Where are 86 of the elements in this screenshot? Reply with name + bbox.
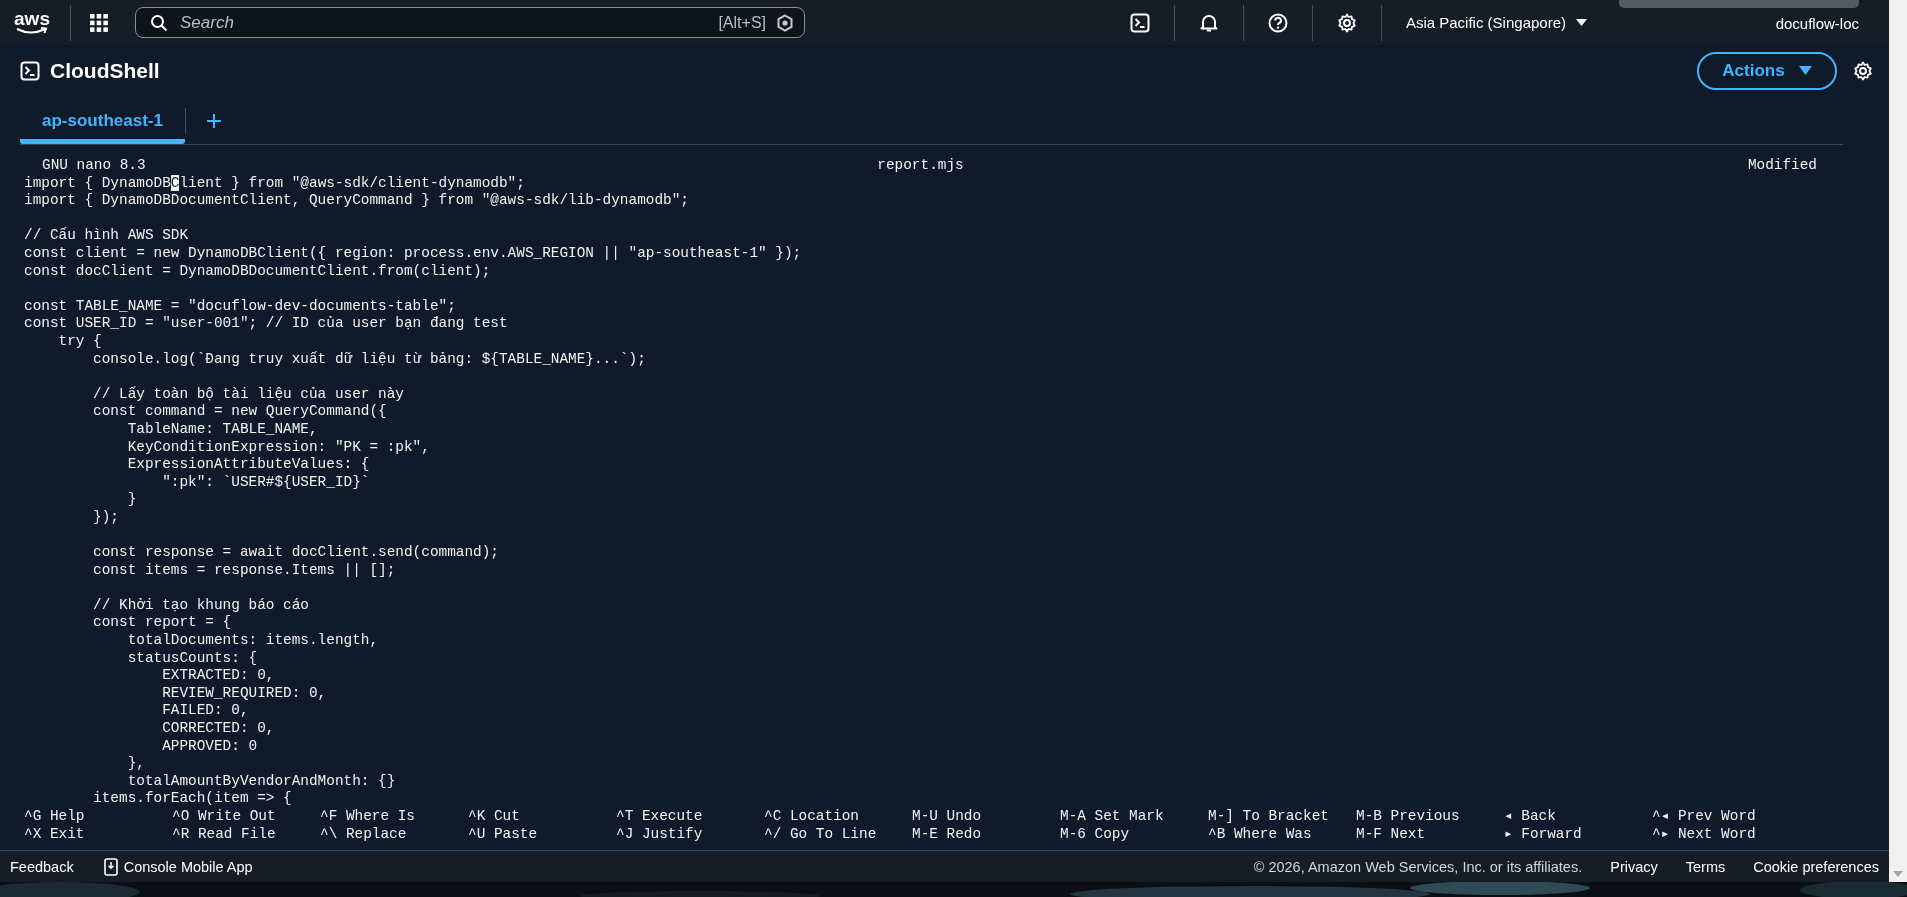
account-name[interactable]: docuflow-loc — [1775, 15, 1859, 32]
code-line: console.log(`Đang truy xuất dữ liệu từ bảng: ${TABLE_NAME}...`); — [92, 350, 646, 369]
shortcut-hint: M-] To Bracket — [1208, 807, 1329, 826]
code-line: const items = response.Items || []; — [92, 561, 396, 580]
shortcut-hint: M-6 Copy — [1060, 825, 1130, 844]
app-grid-icon[interactable] — [89, 12, 109, 33]
caret-icon — [1798, 66, 1812, 76]
shortcut-hint: ^K Cut — [468, 807, 520, 826]
code-line: const client = new DynamoDBClient({ region: process.env.AWS_REGION || "ap-southeast-1" }); — [24, 244, 802, 263]
shortcut-hint: ^J Justify — [616, 825, 703, 844]
aws-logo[interactable]: aws — [12, 10, 52, 35]
footer-link[interactable]: Privacy — [1610, 858, 1658, 875]
shortcut-hint: ▸ Forward — [1504, 825, 1582, 844]
code-line: APPROVED: 0 — [161, 737, 258, 756]
shortcut-hint: M-E Redo — [912, 825, 982, 844]
code-line: REVIEW_REQUIRED: 0, — [161, 684, 327, 703]
shortcut-hint: ^\ Replace — [320, 825, 407, 844]
code-line: EXTRACTED: 0, — [161, 667, 275, 685]
code-line: // Khởi tạo khung báo cáo — [92, 596, 309, 615]
shortcut-hint: ◂ Back — [1504, 807, 1556, 826]
code-line: // Lấy toàn bộ tài liệu của user này — [92, 385, 404, 404]
shortcut-hint: ^G Help — [24, 807, 85, 826]
shortcut-hint: ^F Where Is — [320, 807, 415, 826]
session-tab[interactable]: ap-southeast-1 — [20, 97, 185, 144]
mobile-app-link[interactable]: Console Mobile App — [123, 858, 253, 875]
shortcut-hint: M-F Next — [1356, 825, 1426, 844]
code-line: import { DynamoDBDocumentClient, QueryCommand } from "@aws-sdk/lib-dynamodb"; — [24, 192, 689, 210]
shortcut-hint: M-A Set Mark — [1060, 807, 1164, 826]
settings-icon[interactable] — [1336, 12, 1357, 33]
modified-status: Modified — [1747, 157, 1817, 175]
code-line: FAILED: 0, — [161, 702, 249, 720]
code-line: const report = { — [92, 614, 232, 633]
code-line: const command = new QueryCommand({ — [92, 403, 387, 421]
file-name: report.mjs — [877, 157, 964, 175]
shortcut-hint: ^B Where Was — [1208, 825, 1312, 844]
code-line: ":pk": `USER#${USER_ID}` — [161, 473, 370, 492]
search-bar[interactable]: Search [Alt+S] — [135, 7, 805, 38]
code-line: totalAmountByVendorAndMonth: {} — [126, 772, 396, 791]
code-line: TableName: TABLE_NAME, — [126, 420, 318, 439]
notifications-icon[interactable] — [1198, 12, 1219, 33]
editor-name: GNU nano 8.3 — [41, 157, 146, 175]
shortcut-hint: ^O Write Out — [172, 807, 276, 826]
search-icon — [150, 13, 168, 32]
shortcut-hint: ^X Exit — [24, 825, 85, 844]
help-icon[interactable] — [1267, 12, 1288, 33]
shortcut-hint: ^C Location — [764, 807, 859, 826]
footer-link[interactable]: Cookie preferences — [1753, 858, 1879, 875]
code-line: items.forEach(item => { — [92, 790, 292, 808]
footer-link[interactable]: Terms — [1685, 858, 1726, 875]
terminal-icon[interactable] — [1129, 12, 1150, 33]
shortcut-hint: ^/ Go To Line — [764, 825, 877, 844]
code-line: const USER_ID = "user-001"; // ID của user bạn đang test — [24, 315, 508, 333]
copyright-text: © 2026, Amazon Web Services, Inc. or its affiliates. — [1253, 858, 1583, 875]
search-field[interactable]: Search — [178, 11, 709, 34]
shortcut-hint: M-U Undo — [912, 807, 982, 826]
hexagon-icon — [776, 13, 794, 32]
code-line: CORRECTED: 0, — [161, 720, 275, 738]
settings-icon[interactable] — [1853, 61, 1873, 81]
code-line: // Cấu hình AWS SDK — [24, 227, 189, 245]
code-line: }, — [126, 755, 145, 773]
scrollbar[interactable] — [1889, 0, 1907, 882]
code-line: const docClient = DynamoDBDocumentClient.from(client); — [24, 262, 491, 281]
shortcut-hint: ^U Paste — [468, 825, 538, 844]
code-line: ExpressionAttributeValues: { — [126, 456, 370, 474]
caret-icon — [1576, 18, 1587, 27]
shortcut-hint: ^◂ Prev Word — [1652, 807, 1756, 826]
shortcut-hint: ^T Execute — [616, 807, 703, 826]
code-line: }); — [92, 508, 119, 527]
code-line: } — [126, 491, 137, 509]
shortcut-hint: ^R Read File — [172, 825, 276, 844]
code-line: try { — [57, 332, 102, 351]
feedback-link[interactable]: Feedback — [10, 858, 74, 875]
code-line: const response = await docClient.send(command); — [92, 544, 499, 562]
shortcut-hint: M-B Previous — [1356, 807, 1460, 826]
region-selector[interactable]: Asia Pacific (Singapore) — [1405, 14, 1587, 31]
terminal-icon — [20, 61, 40, 81]
shortcut-hint: [Alt+S] — [718, 13, 766, 32]
phone-download-icon — [103, 857, 118, 876]
code-line: KeyConditionExpression: "PK = :pk", — [126, 438, 430, 457]
actions-button[interactable]: Actions — [1697, 52, 1837, 90]
code-line: const TABLE_NAME = "docuflow-dev-documents-table"; — [24, 297, 456, 316]
page-title: CloudShell — [50, 59, 160, 83]
shortcut-hint: ^▸ Next Word — [1652, 825, 1756, 844]
add-tab-icon[interactable] — [205, 112, 222, 129]
code-line: statusCounts: { — [126, 649, 258, 668]
code-line: totalDocuments: items.length, — [126, 632, 379, 650]
